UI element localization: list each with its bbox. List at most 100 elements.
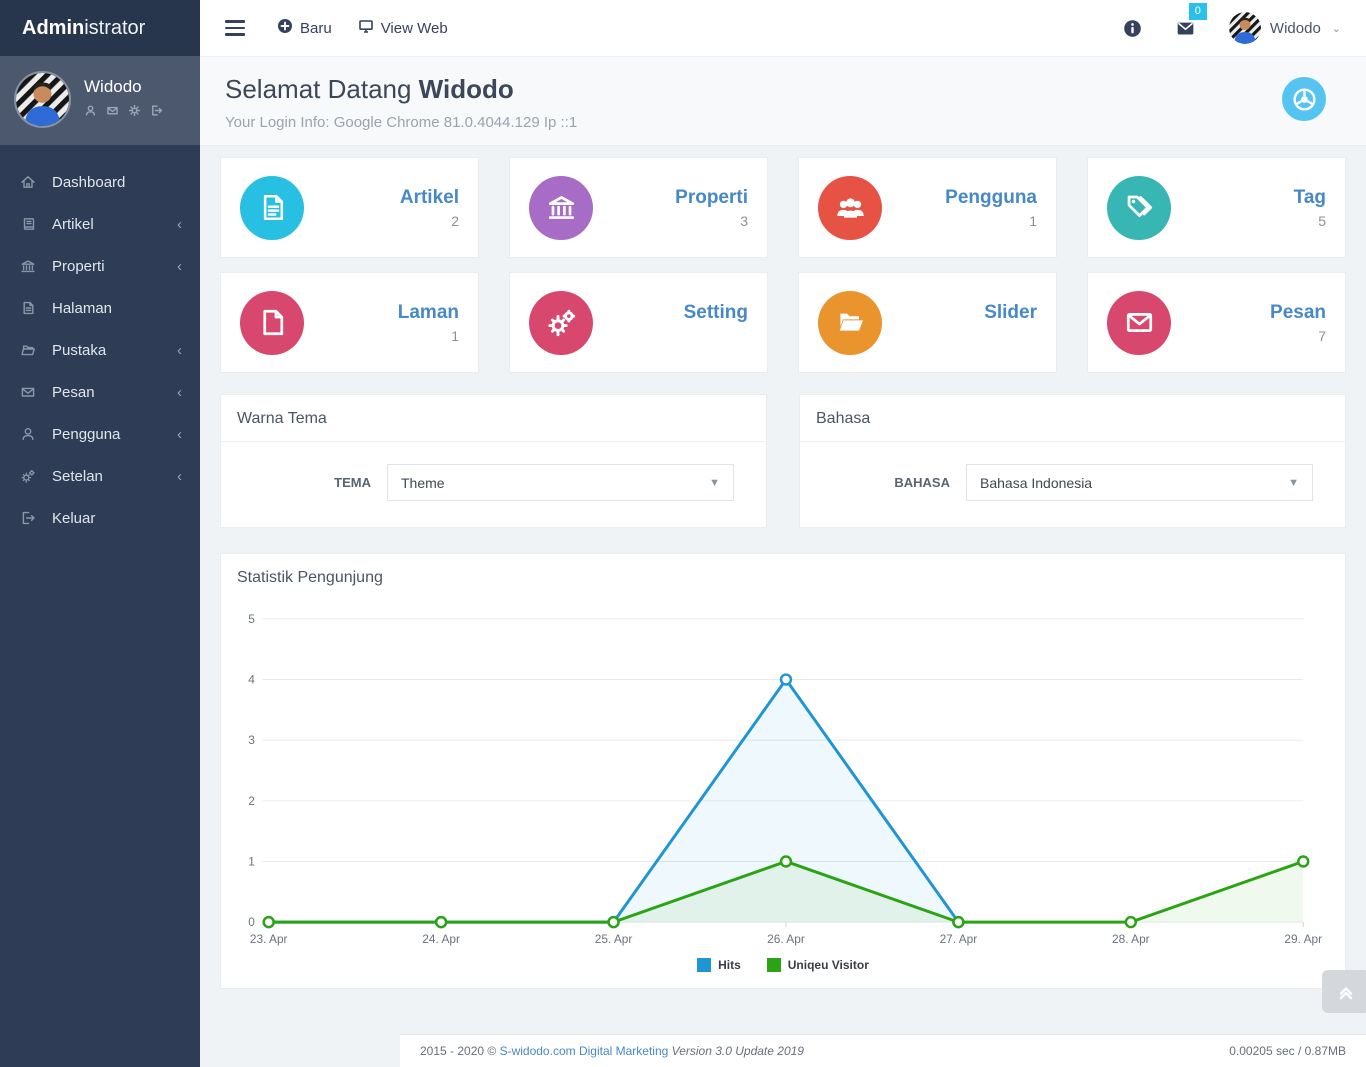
legend-item-hits: Hits <box>697 958 741 972</box>
visitor-chart: 01234523. Apr24. Apr25. Apr26. Apr27. Ap… <box>221 591 1345 954</box>
svg-text:23. Apr: 23. Apr <box>250 932 288 946</box>
info-box-count <box>984 328 1037 344</box>
sidebar-item-keluar[interactable]: Keluar <box>0 497 200 539</box>
gears-icon <box>529 291 593 355</box>
info-box-setting[interactable]: Setting <box>509 272 768 373</box>
sidebar-item-setelan[interactable]: Setelan ‹ <box>0 455 200 497</box>
sidebar-toggle-icon[interactable] <box>225 20 245 36</box>
info-box-pesan[interactable]: Pesan 7 <box>1087 272 1346 373</box>
theme-select-label: TEMA <box>237 475 387 490</box>
logout-icon[interactable] <box>150 104 163 122</box>
svg-text:0: 0 <box>248 915 255 929</box>
sidebar-item-label: Keluar <box>52 510 95 527</box>
sidebar-user-name: Widodo <box>84 77 163 97</box>
bank-icon <box>20 258 37 275</box>
statistics-panel: Statistik Pengunjung 01234523. Apr24. Ap… <box>220 553 1346 989</box>
avatar[interactable] <box>14 71 71 128</box>
login-info: Your Login Info: Google Chrome 81.0.4044… <box>225 114 1341 131</box>
users-icon <box>818 176 882 240</box>
line-chart: 01234523. Apr24. Apr25. Apr26. Apr27. Ap… <box>235 605 1331 954</box>
sidebar: Administrator Widodo <box>0 0 200 1067</box>
info-box-laman[interactable]: Laman1 <box>220 272 479 373</box>
info-box-properti[interactable]: Properti3 <box>509 157 768 258</box>
footer-performance: 0.00205 sec / 0.87MB <box>1229 1044 1346 1058</box>
legend-swatch-unique-visitor <box>767 958 781 972</box>
info-box-count: 7 <box>1270 328 1326 344</box>
theme-select[interactable]: Theme ▼ <box>387 464 734 501</box>
sidebar-menu: Dashboard Artikel ‹ Properti ‹ Halaman P… <box>0 145 200 539</box>
info-button[interactable] <box>1123 19 1142 38</box>
book-icon <box>20 216 37 233</box>
sidebar-item-dashboard[interactable]: Dashboard <box>0 161 200 203</box>
mail-icon[interactable] <box>106 104 119 122</box>
page-title: Selamat Datang Widodo <box>225 74 1341 105</box>
svg-text:29. Apr: 29. Apr <box>1284 932 1322 946</box>
bank-icon <box>529 176 593 240</box>
sidebar-item-label: Artikel <box>52 216 94 233</box>
sidebar-item-artikel[interactable]: Artikel ‹ <box>0 203 200 245</box>
svg-text:3: 3 <box>248 733 255 747</box>
chart-legend: Hits Uniqeu Visitor <box>221 958 1345 972</box>
file-icon <box>240 291 304 355</box>
gear-icon[interactable] <box>128 104 141 122</box>
chrome-icon <box>1282 77 1326 121</box>
gears-icon <box>20 468 37 485</box>
scroll-to-top-button[interactable] <box>1322 970 1366 1013</box>
app-logo[interactable]: Administrator <box>0 0 200 56</box>
user-dropdown[interactable]: Widodo ⌄ <box>1229 12 1341 44</box>
info-box-count: 2 <box>400 213 459 229</box>
folder-open-icon <box>818 291 882 355</box>
language-panel-title: Bahasa <box>800 395 1345 442</box>
profile-icon[interactable] <box>84 104 97 122</box>
brand-bold: Admin <box>22 17 84 39</box>
plus-circle-icon <box>277 18 293 38</box>
theme-select-value: Theme <box>401 475 445 491</box>
folder-open-icon <box>20 342 37 359</box>
envelope-icon <box>1107 291 1171 355</box>
info-box-label: Artikel <box>400 187 459 209</box>
info-box-slider[interactable]: Slider <box>798 272 1057 373</box>
view-web-button[interactable]: View Web <box>358 18 448 38</box>
sidebar-item-label: Properti <box>52 258 105 275</box>
svg-text:5: 5 <box>248 612 255 626</box>
info-box-label: Pengguna <box>945 187 1037 209</box>
footer-copyright: 2015 - 2020 © S-widodo.com Digital Marke… <box>420 1044 804 1058</box>
info-box-count <box>684 328 748 344</box>
theme-panel: Warna Tema TEMA Theme ▼ <box>220 394 767 528</box>
sidebar-item-pustaka[interactable]: Pustaka ‹ <box>0 329 200 371</box>
info-box-tag[interactable]: Tag5 <box>1087 157 1346 258</box>
page-header: Selamat Datang Widodo Your Login Info: G… <box>200 56 1366 146</box>
chevron-left-icon: ‹ <box>177 385 182 400</box>
language-select[interactable]: Bahasa Indonesia ▼ <box>966 464 1313 501</box>
info-box-label: Setting <box>684 302 748 324</box>
envelope-icon <box>1176 19 1195 38</box>
sidebar-item-halaman[interactable]: Halaman <box>0 287 200 329</box>
info-box-count: 1 <box>945 213 1037 229</box>
brand-rest: istrator <box>84 17 145 39</box>
sign-out-icon <box>20 510 37 527</box>
sidebar-item-properti[interactable]: Properti ‹ <box>0 245 200 287</box>
footer-link[interactable]: S-widodo.com Digital Marketing <box>500 1044 669 1058</box>
info-box-label: Slider <box>984 302 1037 324</box>
language-select-label: BAHASA <box>816 475 966 490</box>
info-box-artikel[interactable]: Artikel 2 <box>220 157 479 258</box>
statistics-panel-title: Statistik Pengunjung <box>221 554 1345 591</box>
navbar-user-name: Widodo <box>1270 20 1321 37</box>
svg-text:26. Apr: 26. Apr <box>767 932 805 946</box>
chevron-left-icon: ‹ <box>177 427 182 442</box>
tags-icon <box>1107 176 1171 240</box>
file-text-icon <box>20 300 37 317</box>
info-box-pengguna[interactable]: Pengguna 1 <box>798 157 1057 258</box>
select-caret-icon: ▼ <box>709 477 720 489</box>
chevron-left-icon: ‹ <box>177 217 182 232</box>
info-box-label: Pesan <box>1270 302 1326 324</box>
avatar <box>1229 12 1261 44</box>
info-box-label: Properti <box>675 187 748 209</box>
new-button[interactable]: Baru <box>277 18 332 38</box>
sidebar-item-pengguna[interactable]: Pengguna ‹ <box>0 413 200 455</box>
messages-button[interactable]: 0 <box>1176 19 1195 38</box>
desktop-icon <box>358 18 374 38</box>
sidebar-item-pesan[interactable]: Pesan ‹ <box>0 371 200 413</box>
sidebar-user-panel: Widodo <box>0 56 200 145</box>
sidebar-item-label: Halaman <box>52 300 112 317</box>
